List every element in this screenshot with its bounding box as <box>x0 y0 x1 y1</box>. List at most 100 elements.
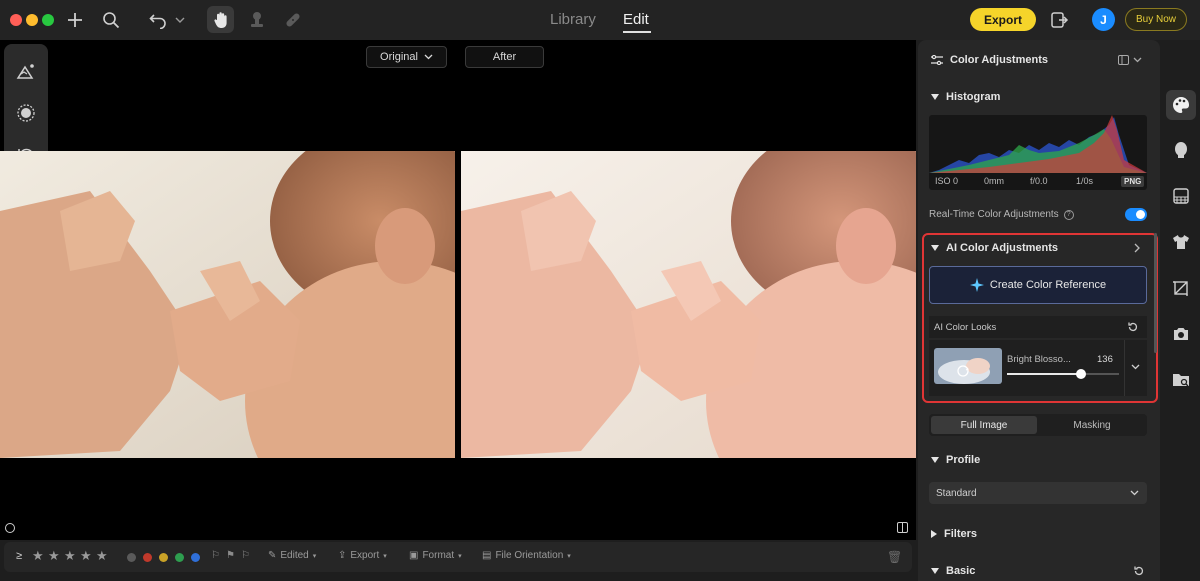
camera-icon[interactable] <box>1171 324 1191 344</box>
after-view-button[interactable]: After <box>465 46 544 68</box>
collapse-triangle-icon <box>931 568 939 574</box>
filters-title: Filters <box>944 528 978 540</box>
export-menu[interactable]: ⇪ Export ▾ <box>338 550 387 561</box>
chevron-down-icon <box>1130 490 1139 496</box>
sparkle-icon <box>969 278 984 292</box>
color-label-none[interactable] <box>127 553 136 562</box>
realtime-toggle[interactable] <box>1125 208 1147 221</box>
avatar[interactable]: J <box>1092 8 1115 31</box>
scope-segmented-control: Full Image Masking <box>929 414 1147 436</box>
expand-triangle-icon <box>931 530 937 538</box>
color-label-yellow[interactable] <box>159 553 168 562</box>
color-label-blue[interactable] <box>191 553 200 562</box>
ai-color-look-card[interactable]: Bright Blosso... 136 <box>929 340 1147 396</box>
panel-scrollbar[interactable] <box>1154 233 1157 353</box>
full-image-tab[interactable]: Full Image <box>931 416 1037 434</box>
ai-color-looks-label: AI Color Looks <box>934 322 997 333</box>
histogram-exif: ISO 0 0mm f/0.0 1/0s PNG <box>929 174 1147 190</box>
tab-library[interactable]: Library <box>550 11 596 28</box>
shirt-icon[interactable] <box>1171 232 1191 252</box>
file-orientation-menu[interactable]: ▤ File Orientation ▾ <box>482 550 571 561</box>
help-icon[interactable]: ? <box>1063 209 1074 220</box>
profile-section-header[interactable]: Profile <box>931 454 980 466</box>
collapse-triangle-icon <box>931 245 939 251</box>
panel-title: Color Adjustments <box>950 54 1048 66</box>
bandage-icon[interactable] <box>281 8 305 32</box>
slider-fill <box>1007 373 1081 375</box>
rating-filter-icon[interactable]: ≥ <box>16 550 22 562</box>
rating-star-2[interactable]: ★ <box>48 548 60 564</box>
folder-search-icon[interactable] <box>1171 370 1191 390</box>
chevron-down-icon: ▾ <box>312 552 317 560</box>
palette-icon[interactable] <box>1171 95 1191 115</box>
buy-now-button[interactable]: Buy Now <box>1125 8 1187 31</box>
ai-color-title: AI Color Adjustments <box>946 242 1059 254</box>
color-label-red[interactable] <box>143 553 152 562</box>
filters-section-header[interactable]: Filters <box>931 528 977 540</box>
panel-header: Color Adjustments <box>931 54 1048 66</box>
profile-title: Profile <box>946 454 981 466</box>
original-view-dropdown[interactable]: Original <box>366 46 447 68</box>
chevron-down-icon: ▾ <box>567 552 571 560</box>
format-menu[interactable]: ▣ Format ▾ <box>409 550 462 561</box>
search-icon[interactable] <box>99 8 123 32</box>
masking-tab[interactable]: Masking <box>1039 416 1145 434</box>
look-thumbnail[interactable] <box>934 348 1002 384</box>
plus-icon[interactable] <box>63 8 87 32</box>
compare-icon[interactable] <box>897 522 908 533</box>
profile-select[interactable]: Standard <box>929 482 1147 504</box>
slider-knob[interactable] <box>1075 369 1086 379</box>
trash-icon[interactable]: 🗑 <box>887 550 902 564</box>
ai-color-section-header[interactable]: AI Color Adjustments <box>931 242 1058 254</box>
export-button[interactable]: Export <box>970 8 1036 31</box>
original-photo[interactable] <box>0 151 455 458</box>
top-toolbar: Library Edit Export J Buy Now <box>0 0 1200 40</box>
edited-filter[interactable]: ✎ Edited ▾ <box>268 550 316 561</box>
profile-value: Standard <box>936 488 977 499</box>
background-icon[interactable] <box>1171 186 1191 206</box>
info-icon[interactable] <box>5 523 15 533</box>
image-icon: ▣ <box>409 550 419 561</box>
window-zoom-button[interactable] <box>42 14 54 26</box>
module-icon-strip <box>1162 40 1200 581</box>
rating-star-5[interactable]: ★ <box>96 548 108 564</box>
look-intensity-slider[interactable] <box>1007 369 1119 379</box>
landscape-sparkle-icon[interactable] <box>15 60 37 82</box>
crop-icon[interactable] <box>1171 278 1191 298</box>
chevron-down-icon[interactable] <box>1131 364 1140 370</box>
rating-star-4[interactable]: ★ <box>80 548 92 564</box>
portrait-icon[interactable] <box>1171 140 1191 160</box>
panel-layout-menu[interactable] <box>1118 55 1142 65</box>
flag-pick-icon[interactable]: ⚑ <box>226 550 235 561</box>
rating-star-1[interactable]: ★ <box>32 548 44 564</box>
reset-icon[interactable] <box>1127 321 1139 333</box>
window-minimize-button[interactable] <box>26 14 38 26</box>
flag-reject-icon[interactable]: ⚐ <box>241 550 250 561</box>
basic-section-header[interactable]: Basic <box>931 565 975 577</box>
reset-icon[interactable] <box>1133 565 1145 577</box>
color-label-green[interactable] <box>175 553 184 562</box>
tab-edit[interactable]: Edit <box>623 11 649 28</box>
stamp-icon[interactable] <box>245 8 269 32</box>
chevron-down-icon[interactable] <box>170 8 190 32</box>
undo-icon[interactable] <box>146 8 170 32</box>
flag-icon[interactable]: ⚐ <box>211 550 220 561</box>
radial-icon[interactable] <box>15 102 37 124</box>
collapse-triangle-icon <box>931 94 939 100</box>
create-color-reference-button[interactable]: Create Color Reference <box>929 266 1147 304</box>
chevron-right-icon[interactable] <box>1134 243 1141 253</box>
window-close-button[interactable] <box>10 14 22 26</box>
hand-icon[interactable] <box>207 6 234 33</box>
rating-star-3[interactable]: ★ <box>64 548 76 564</box>
shutter-value: 1/0s <box>1076 176 1094 186</box>
create-color-reference-label: Create Color Reference <box>989 279 1107 291</box>
chevron-down-icon <box>1133 57 1142 63</box>
after-photo[interactable] <box>461 151 916 458</box>
sidebar-toggle-icon[interactable] <box>1048 8 1072 32</box>
chevron-down-icon: ▾ <box>383 552 387 560</box>
histogram-section-header[interactable]: Histogram <box>931 91 1000 103</box>
basic-title: Basic <box>946 565 976 577</box>
format-badge: PNG <box>1121 176 1145 187</box>
look-intensity-value: 136 <box>1097 354 1113 365</box>
collapse-triangle-icon <box>931 457 939 463</box>
